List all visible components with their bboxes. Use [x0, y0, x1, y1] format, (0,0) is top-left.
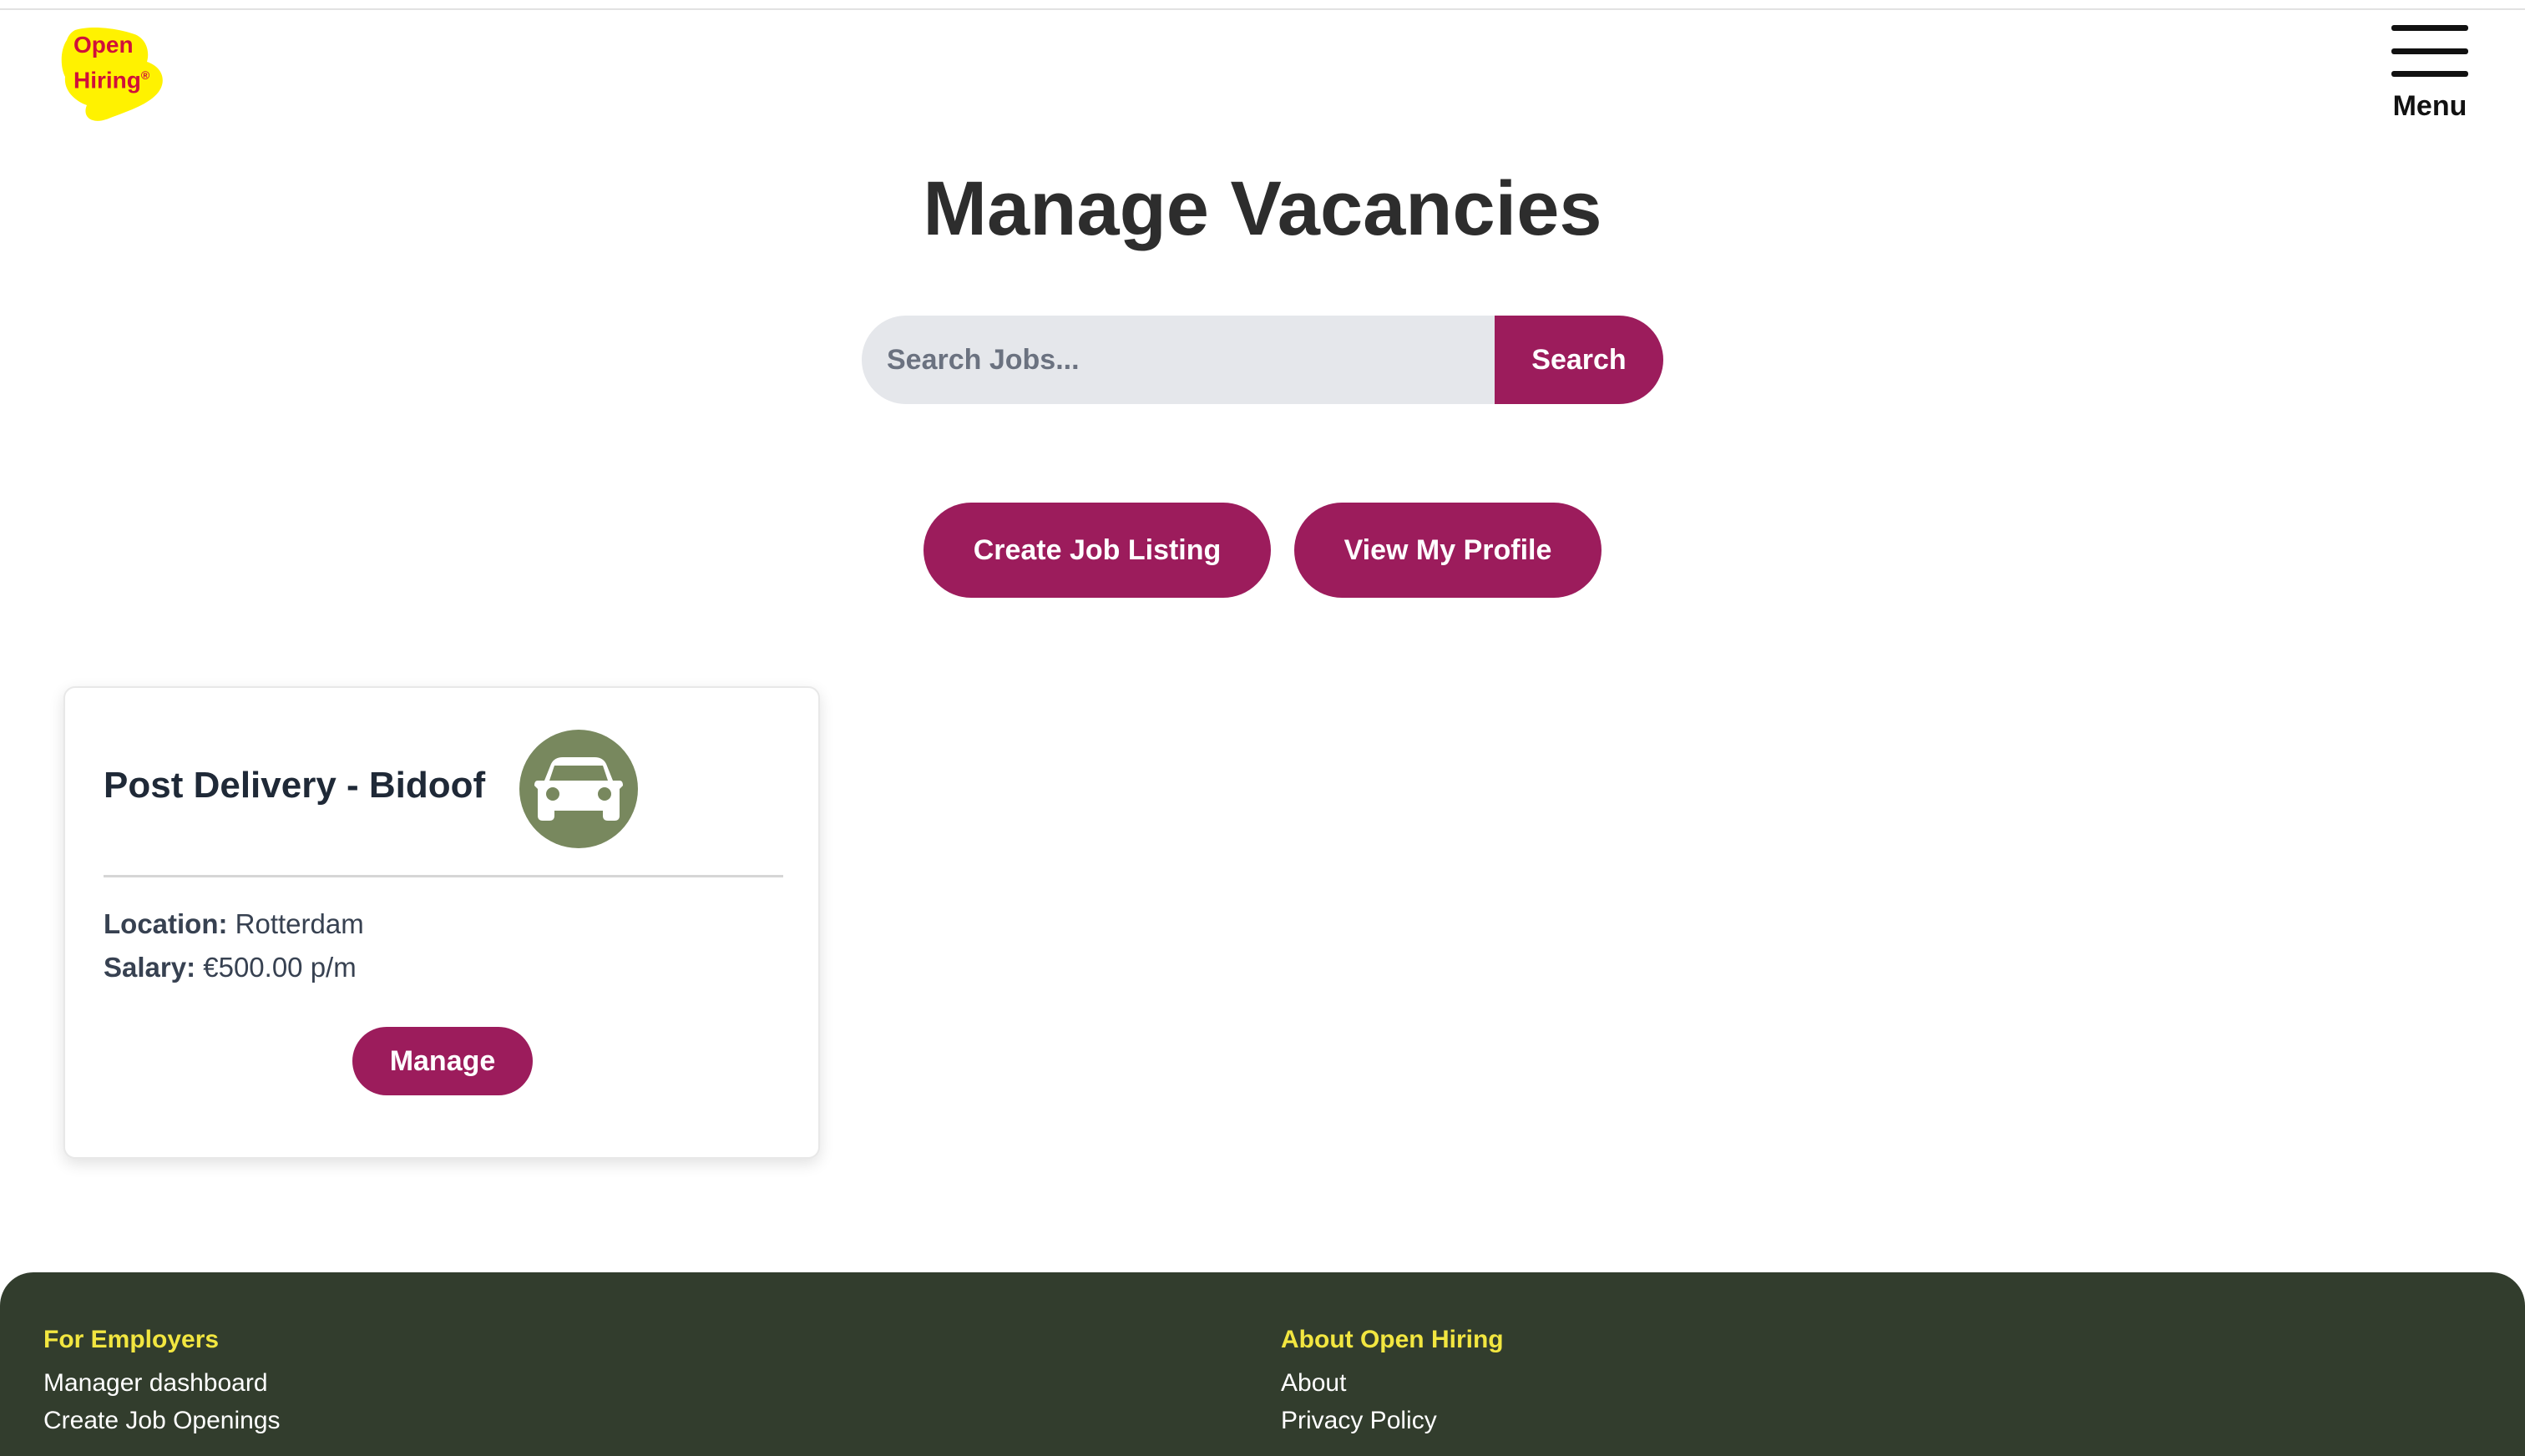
- open-hiring-logo[interactable]: Open Hiring®: [58, 25, 167, 124]
- page-title: Manage Vacancies: [923, 166, 1602, 251]
- job-location: Location: Rotterdam: [104, 908, 364, 940]
- footer-link-about[interactable]: About: [1281, 1364, 1504, 1402]
- salary-label: Salary:: [104, 952, 196, 983]
- footer-heading-about: About Open Hiring: [1281, 1326, 1504, 1353]
- car-icon: [519, 730, 638, 848]
- location-label: Location:: [104, 908, 228, 939]
- job-card: Post Delivery - Bidoof Location: Rotterd…: [63, 686, 820, 1159]
- footer-heading-employers: For Employers: [43, 1326, 220, 1353]
- menu-label: Menu: [2392, 90, 2467, 122]
- create-job-listing-button[interactable]: Create Job Listing: [923, 503, 1271, 598]
- job-title: Post Delivery - Bidoof: [104, 765, 486, 806]
- job-salary: Salary: €500.00 p/m: [104, 952, 357, 983]
- view-my-profile-button[interactable]: View My Profile: [1294, 503, 1602, 598]
- hamburger-icon: [2391, 25, 2468, 77]
- footer-column-about: About Open Hiring About Privacy Policy: [1281, 1326, 1504, 1439]
- footer: For Employers Manager dashboard Create J…: [0, 1272, 2525, 1456]
- location-value: Rotterdam: [235, 908, 364, 939]
- search-input[interactable]: [862, 316, 1495, 404]
- card-divider: [104, 875, 783, 877]
- manage-button[interactable]: Manage: [352, 1027, 533, 1095]
- footer-link-create-job-openings[interactable]: Create Job Openings: [43, 1402, 281, 1439]
- search-button[interactable]: Search: [1495, 316, 1663, 404]
- top-border: [0, 0, 2525, 10]
- footer-link-manager-dashboard[interactable]: Manager dashboard: [43, 1364, 281, 1402]
- salary-value: €500.00 p/m: [203, 952, 357, 983]
- logo-text: Open Hiring®: [73, 32, 150, 94]
- footer-column-employers: For Employers Manager dashboard Create J…: [43, 1326, 281, 1439]
- footer-link-privacy-policy[interactable]: Privacy Policy: [1281, 1402, 1504, 1439]
- menu-button[interactable]: Menu: [2371, 25, 2488, 134]
- search-bar: Search: [862, 316, 1663, 404]
